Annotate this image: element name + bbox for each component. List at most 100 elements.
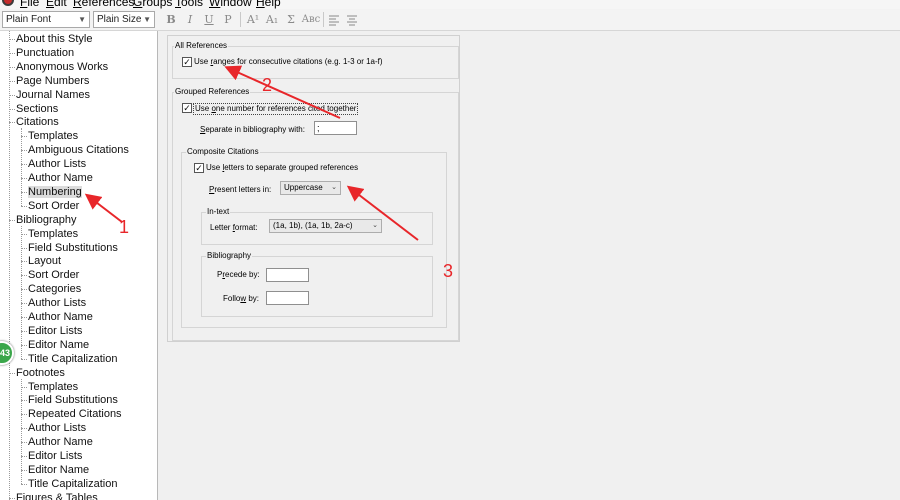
menu-references[interactable]: References [73,0,134,9]
align-center-icon[interactable] [344,12,360,27]
use-ranges-label[interactable]: Use ranges for consecutive citations (e.… [194,57,383,67]
tree-item[interactable]: Numbering [28,185,82,199]
tree-item[interactable]: Author Name [28,435,93,449]
one-number-label[interactable]: Use one number for references cited toge… [193,103,359,115]
tree-item[interactable]: Ambiguous Citations [28,143,129,157]
tree-item-label: Numbering [28,185,82,198]
tree-item-label: Author Lists [28,297,87,310]
subscript-button[interactable]: A₁ [264,12,280,27]
tree-item[interactable]: Repeated Citations [28,407,122,421]
precede-by-input[interactable] [266,268,309,282]
floating-badge[interactable]: 43 [0,341,14,365]
tree-item[interactable]: Author Name [28,171,93,185]
bibliography-group [201,256,433,317]
annotation-label-2: 2 [262,75,273,95]
letter-format-label-post: ormat: [234,223,258,232]
tree-item-label: Journal Names [16,88,90,101]
tree-item[interactable]: Layout [28,254,61,268]
tree-item[interactable]: Categories [28,282,81,296]
tree-item[interactable]: Punctuation [16,46,74,60]
separate-label-post: eparate in bibliography with: [205,125,305,134]
tree-item[interactable]: Editor Name [28,338,89,352]
tree-item[interactable]: Field Substitutions [28,393,118,407]
tree-item[interactable]: Author Lists [28,157,86,171]
use-ranges-checkbox[interactable]: ✓ [182,57,192,67]
underline-button[interactable]: U [201,12,217,27]
use-letters-label-post: etters to separate grouped references [224,163,359,172]
menu-window[interactable]: Window [209,0,252,9]
annotation-label-1: 1 [119,217,130,237]
tree-item-label: Title Capitalization [28,352,118,365]
tree-guide [21,378,22,484]
tree-item[interactable]: Templates [28,380,78,394]
present-letters-select[interactable]: Uppercase ⌄ [280,181,341,195]
plain-button[interactable]: P [220,12,236,27]
numbering-panel: All References ✓ Use ranges for consecut… [159,31,900,500]
tree-item-label: Author Lists [28,422,87,435]
small-caps-button[interactable]: Aʙc [301,12,321,27]
tree-item[interactable]: Sort Order [28,199,79,213]
letter-format-select[interactable]: (1a, 1b), (1a, 1b, 2a-c) ⌄ [269,219,382,233]
align-left-icon[interactable] [326,12,342,27]
tree-connector [21,483,27,485]
tree-item[interactable]: Author Lists [28,296,86,310]
menu-help-key: H [256,0,265,9]
tree-item[interactable]: Editor Lists [28,324,82,338]
precede-by-label-post: ecede by: [225,270,260,279]
one-number-checkbox[interactable]: ✓ [182,103,192,113]
tree-item[interactable]: Templates [28,227,78,241]
tree-item-label: Categories [28,283,82,296]
letter-format-value: (1a, 1b), (1a, 1b, 2a-c) [273,221,353,230]
follow-by-input[interactable] [266,291,309,305]
tree-item[interactable]: Journal Names [16,88,90,102]
tree-item-label: Bibliography [16,213,77,226]
tree-item[interactable]: Editor Lists [28,449,82,463]
italic-button[interactable]: I [182,12,198,27]
menu-help[interactable]: Help [256,0,281,9]
menu-edit[interactable]: Edit [46,0,67,9]
tree-item[interactable]: Title Capitalization [28,477,117,491]
tree-item[interactable]: Footnotes [16,366,65,380]
tree-item-label: Templates [28,227,79,240]
tree-item[interactable]: Bibliography [16,213,77,227]
tree-item[interactable]: About this Style [16,32,92,46]
tree-item[interactable]: Templates [28,129,78,143]
tree-item[interactable]: Citations [16,115,59,129]
tree-item-label: Page Numbers [16,74,90,87]
tree-item[interactable]: Title Capitalization [28,352,117,366]
grouped-references-legend: Grouped References [174,87,251,97]
tree-item[interactable]: Anonymous Works [16,60,108,74]
tree-item[interactable]: Page Numbers [16,74,89,88]
menu-references-rest: eferences [81,0,135,9]
chevron-down-icon: ▼ [78,15,86,24]
use-letters-checkbox[interactable]: ✓ [194,163,204,173]
tree-item-label: Editor Name [28,338,90,351]
tree-item-label: Editor Lists [28,324,83,337]
tree-item-label: Author Lists [28,158,87,171]
tree-item[interactable]: Sections [16,102,58,116]
tree-item[interactable]: Figures & Tables [16,491,98,500]
tree-item-label: Citations [16,116,59,129]
separate-input[interactable]: ; [314,121,357,135]
bold-button[interactable]: B [163,12,179,27]
tree-item[interactable]: Editor Name [28,463,89,477]
one-number-label-post: ne number for references cited together [215,104,357,113]
tree-item[interactable]: Author Lists [28,421,86,435]
symbol-button[interactable]: Σ [283,12,299,27]
tree-item-label: Editor Name [28,463,90,476]
tree-item-label: Field Substitutions [28,241,118,254]
tree-item[interactable]: Author Name [28,310,93,324]
menu-tools[interactable]: Tools [175,0,203,9]
chevron-down-icon: ⌄ [331,184,337,191]
composite-citations-legend: Composite Citations [186,147,260,157]
tree-item[interactable]: Sort Order [28,268,79,282]
size-combo[interactable]: Plain Size ▼ [93,11,155,28]
font-combo[interactable]: Plain Font ▼ [2,11,90,28]
menu-groups[interactable]: Groups [133,0,172,9]
superscript-button[interactable]: A¹ [245,12,261,27]
use-letters-label[interactable]: Use letters to separate grouped referenc… [206,163,358,173]
separate-label: Separate in bibliography with: [200,125,305,135]
menu-file[interactable]: File [20,0,39,9]
tree-item[interactable]: Field Substitutions [28,241,118,255]
menu-groups-key: G [133,0,143,9]
